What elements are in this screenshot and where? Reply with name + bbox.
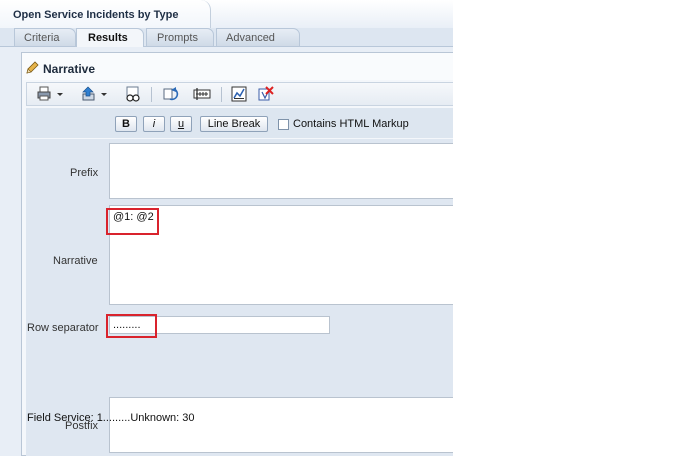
html-markup-checkbox[interactable]: [278, 119, 289, 130]
delete-icon[interactable]: [257, 86, 275, 102]
row-separator-label: Row separator: [27, 322, 99, 334]
tab-label: Results: [88, 32, 128, 44]
export-icon[interactable]: [81, 86, 109, 102]
toolbar-separator: [221, 87, 222, 102]
properties-icon[interactable]: [193, 86, 211, 102]
highlight-box-narrative: [106, 208, 159, 235]
print-icon[interactable]: [37, 86, 65, 102]
tab-criteria[interactable]: Criteria: [14, 28, 76, 46]
narrative-preview: Field Service: 1.........Unknown: 30: [27, 412, 195, 424]
prefix-label: Prefix: [70, 167, 99, 179]
prefix-textarea[interactable]: [109, 143, 453, 199]
formatting-bar: B i u Line Break Contains HTML Markup: [26, 108, 453, 138]
tab-advanced[interactable]: Advanced: [216, 28, 300, 46]
title-tab: Open Service Incidents by Type: [0, 0, 211, 28]
panel-title: Narrative: [43, 62, 96, 76]
tab-label: Prompts: [157, 32, 198, 44]
preview-icon[interactable]: [125, 86, 141, 102]
tab-results[interactable]: Results: [76, 28, 144, 47]
title-bar: Open Service Incidents by Type: [0, 0, 453, 28]
toolbar: [26, 82, 453, 106]
analysis-editor: Open Service Incidents by Type Criteria …: [0, 0, 453, 456]
underline-button[interactable]: u: [170, 116, 192, 132]
chart-icon[interactable]: [231, 86, 247, 102]
panel-header: Narrative: [22, 53, 453, 80]
html-markup-label: Contains HTML Markup: [293, 118, 409, 130]
narrative-fields: Prefix Narrative @1: @2 Row separator ..…: [26, 139, 453, 456]
tab-label: Criteria: [24, 32, 60, 44]
bold-button[interactable]: B: [115, 116, 137, 132]
page-title: Open Service Incidents by Type: [13, 9, 179, 21]
refresh-icon[interactable]: [163, 86, 181, 102]
toolbar-separator: [151, 87, 152, 102]
narrative-label: Narrative: [53, 255, 98, 267]
tab-prompts[interactable]: Prompts: [146, 28, 214, 46]
postfix-textarea[interactable]: [109, 397, 453, 453]
blank-area: [453, 0, 687, 456]
tab-strip: Criteria Results Prompts Advanced: [0, 28, 453, 47]
tab-label: Advanced: [226, 32, 275, 44]
narrative-textarea[interactable]: @1: @2: [109, 205, 453, 305]
highlight-box-separator: [106, 314, 157, 338]
line-break-button[interactable]: Line Break: [200, 116, 268, 132]
italic-button[interactable]: i: [143, 116, 165, 132]
pencil-icon: [26, 61, 39, 74]
narrative-panel: Narrative B i u Line Break Contains HTML…: [21, 52, 453, 456]
